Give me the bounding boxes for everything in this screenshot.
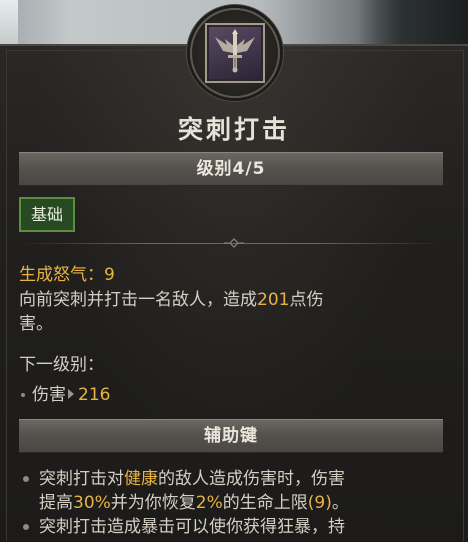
- modifier-text: 的敌人造成伤害时，伤害: [158, 469, 345, 489]
- modifier-keyword: 健康: [124, 469, 158, 489]
- description-damage-value: 201: [257, 290, 290, 310]
- bullet-dot: [23, 524, 29, 530]
- modifier-text: 的生命上限: [222, 493, 308, 513]
- sword-icon: [215, 29, 255, 73]
- modifier-item: 突刺打击造成暴击可以使你获得狂暴，持: [19, 515, 449, 539]
- modifier-value: (9): [307, 493, 332, 513]
- divider-ornament-icon: [224, 238, 244, 248]
- modifier-text: 提高: [39, 493, 73, 513]
- arrow-right-icon: [68, 389, 74, 399]
- skill-description: 向前突刺并打击一名敌人，造成201点伤 害。: [19, 288, 439, 336]
- modifier-text: 突刺打击对: [39, 469, 124, 489]
- generate-value: 9: [104, 265, 115, 285]
- generate-label: 生成怒气：: [19, 265, 104, 285]
- next-rank-damage: 伤害 216: [19, 383, 110, 407]
- skill-title: 突刺打击: [177, 115, 290, 144]
- description-text-3: 害。: [19, 314, 53, 334]
- modifier-text: 并为你恢复: [110, 493, 196, 513]
- next-damage-value: 216: [78, 385, 111, 405]
- modifier-list: 突刺打击对健康的敌人造成伤害时，伤害 提高30%并为你恢复2%的生命上限(9)。…: [19, 467, 449, 539]
- modifier-item: 突刺打击对健康的敌人造成伤害时，伤害 提高30%并为你恢复2%的生命上限(9)。: [19, 467, 449, 515]
- modifiers-bar: 辅助键: [19, 419, 443, 453]
- modifier-value: 30%: [73, 493, 111, 513]
- description-text-1: 向前突刺并打击一名敌人，造成: [19, 290, 257, 310]
- category-tag: 基础: [19, 197, 76, 232]
- resource-generation: 生成怒气：9: [19, 263, 115, 287]
- rank-bar: 级别4/5: [19, 152, 443, 186]
- sword-skill-icon: [205, 23, 265, 83]
- modifier-value: 2%: [195, 493, 223, 513]
- bullet-dot: [23, 476, 29, 482]
- next-damage-label: 伤害: [32, 385, 66, 405]
- modifier-text: 。: [331, 493, 349, 513]
- modifier-text: 突刺打击造成暴击可以使你获得狂暴，持: [39, 517, 345, 537]
- next-rank-heading: 下一级别：: [19, 355, 104, 375]
- description-text-2: 点伤: [289, 290, 324, 310]
- bullet-dot: [21, 393, 25, 397]
